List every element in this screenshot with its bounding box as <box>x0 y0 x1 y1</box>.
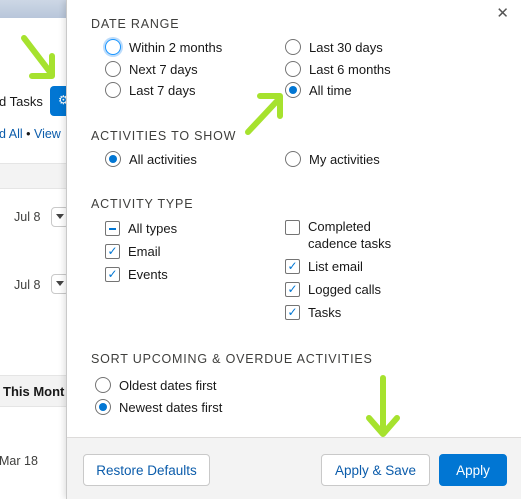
radio-button[interactable] <box>285 151 301 167</box>
restore-defaults-button[interactable]: Restore Defaults <box>83 454 210 486</box>
email-checkbox-option[interactable]: ✓ Email <box>105 244 161 259</box>
date-range-all-time-option[interactable]: All time <box>285 82 352 98</box>
checkbox[interactable]: ✓ <box>285 282 300 297</box>
option-label: All types <box>128 221 178 236</box>
background-links: d All • View <box>0 127 61 141</box>
activities-to-show-title: ACTIVITIES TO SHOW <box>91 129 237 143</box>
checkbox[interactable] <box>285 220 300 235</box>
activity-date: Jul 8 <box>14 210 41 224</box>
checkbox[interactable] <box>105 221 120 236</box>
tasks-checkbox-option[interactable]: ✓ Tasks <box>285 305 341 320</box>
radio-button[interactable] <box>95 399 111 415</box>
background-header-bar <box>0 0 70 18</box>
apply-button[interactable]: Apply <box>439 454 507 486</box>
date-range-next-7-days-option[interactable]: Next 7 days <box>105 61 198 77</box>
activity-date: Mar 18 <box>0 454 38 468</box>
option-label: Events <box>128 267 168 282</box>
radio-button[interactable] <box>105 39 121 55</box>
popover-footer: Restore Defaults Apply & Save Apply <box>67 437 521 499</box>
background-section-band <box>0 163 70 189</box>
checkbox[interactable]: ✓ <box>105 244 120 259</box>
option-label: Oldest dates first <box>119 377 217 393</box>
date-range-within-2-months-option[interactable]: Within 2 months <box>105 39 222 55</box>
option-label: Logged calls <box>308 282 381 297</box>
my-activities-option[interactable]: My activities <box>285 151 380 167</box>
link-separator: • <box>22 127 34 141</box>
option-label: All activities <box>129 151 197 167</box>
option-label: Tasks <box>308 305 342 320</box>
option-label: Email <box>128 244 161 259</box>
month-section-header: This Mont <box>0 375 70 407</box>
background-tasks-label: d Tasks <box>0 94 43 109</box>
annotation-arrow-icon <box>366 375 400 437</box>
date-range-last-6-months-option[interactable]: Last 6 months <box>285 61 391 77</box>
timeline-filter-popover: ✕ DATE RANGE Within 2 months Next 7 days… <box>66 0 521 499</box>
annotation-arrow-icon <box>245 93 283 135</box>
date-range-title: DATE RANGE <box>91 17 180 31</box>
radio-button[interactable] <box>95 377 111 393</box>
list-email-checkbox-option[interactable]: ✓ List email <box>285 259 363 274</box>
radio-button[interactable] <box>105 82 121 98</box>
activity-date: Jul 8 <box>14 278 41 292</box>
radio-button[interactable] <box>285 39 301 55</box>
apply-and-save-button[interactable]: Apply & Save <box>321 454 430 486</box>
checkbox[interactable]: ✓ <box>105 267 120 282</box>
expand-all-link[interactable]: d All <box>0 127 23 141</box>
logged-calls-checkbox-option[interactable]: ✓ Logged calls <box>285 282 381 297</box>
oldest-dates-first-option[interactable]: Oldest dates first <box>95 377 217 393</box>
option-label: All time <box>309 82 352 98</box>
date-range-last-7-days-option[interactable]: Last 7 days <box>105 82 196 98</box>
option-label: Newest dates first <box>119 399 223 415</box>
option-label: Within 2 months <box>129 39 223 55</box>
view-all-link[interactable]: View <box>34 127 61 141</box>
annotation-arrow-icon <box>21 35 55 79</box>
option-label: Last 7 days <box>129 82 196 98</box>
close-icon[interactable]: ✕ <box>496 6 509 22</box>
events-checkbox-option[interactable]: ✓ Events <box>105 267 168 282</box>
radio-button[interactable] <box>105 61 121 77</box>
option-label: Next 7 days <box>129 61 198 77</box>
radio-button[interactable] <box>285 61 301 77</box>
option-label: List email <box>308 259 363 274</box>
date-range-last-30-days-option[interactable]: Last 30 days <box>285 39 383 55</box>
radio-button[interactable] <box>105 151 121 167</box>
completed-cadence-tasks-checkbox-option[interactable]: Completed cadence tasks <box>285 218 418 252</box>
option-label: My activities <box>309 151 380 167</box>
all-types-checkbox-option[interactable]: All types <box>105 221 177 236</box>
all-activities-option[interactable]: All activities <box>105 151 197 167</box>
checkbox[interactable]: ✓ <box>285 259 300 274</box>
sort-title: SORT UPCOMING & OVERDUE ACTIVITIES <box>91 352 373 366</box>
month-section-title: This Mont <box>3 384 65 399</box>
option-label: Last 30 days <box>309 39 383 55</box>
option-label: Completed cadence tasks <box>308 219 392 251</box>
newest-dates-first-option[interactable]: Newest dates first <box>95 399 222 415</box>
checkbox[interactable]: ✓ <box>285 305 300 320</box>
activity-type-title: ACTIVITY TYPE <box>91 197 194 211</box>
option-label: Last 6 months <box>309 61 391 77</box>
